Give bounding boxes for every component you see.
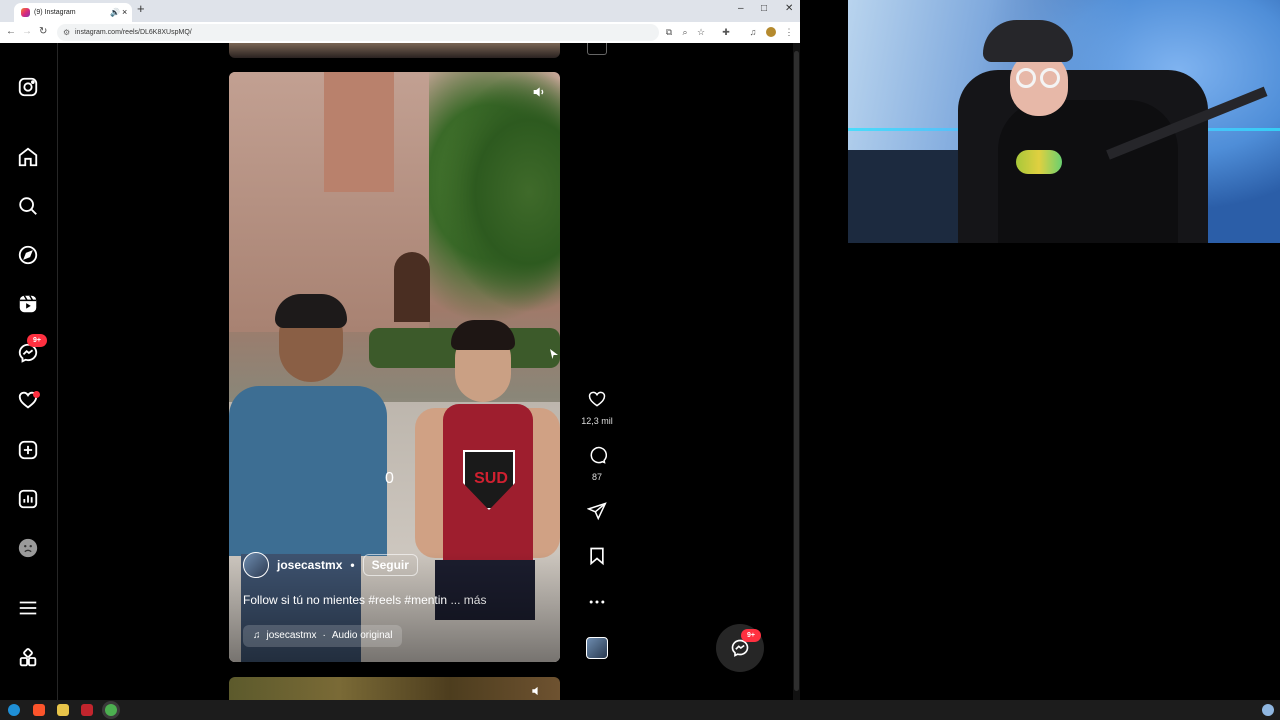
edge-icon[interactable] xyxy=(8,704,20,716)
url-field[interactable]: ⚙ instagram.com/reels/DL6K8XUspMQ/ xyxy=(57,24,659,41)
minimize-button[interactable]: – xyxy=(738,3,744,14)
page-scrollbar[interactable] xyxy=(793,43,800,700)
reel-video[interactable]: SUD josecastmx • Seguir Follow si tú no … xyxy=(229,72,560,662)
mute-toggle-icon[interactable] xyxy=(531,84,547,100)
close-tab-icon[interactable]: × xyxy=(122,3,127,22)
caption-text: Follow si tú no mientes #reels #mentin xyxy=(243,593,448,607)
next-reel[interactable] xyxy=(229,677,560,700)
media-icon[interactable]: ♫ xyxy=(748,27,758,37)
site-info-icon[interactable]: ⚙ xyxy=(63,24,70,41)
maximize-button[interactable]: □ xyxy=(761,3,767,14)
tab-instagram[interactable]: (9) Instagram 🔊 × xyxy=(14,3,132,22)
grid-icon[interactable] xyxy=(17,647,39,669)
url-text: instagram.com/reels/DL6K8XUspMQ/ xyxy=(75,29,192,36)
more-options-icon[interactable] xyxy=(587,592,607,612)
close-window-button[interactable]: ✕ xyxy=(785,3,793,14)
follow-button[interactable]: Seguir xyxy=(362,554,418,576)
zoom-icon[interactable]: ⌕ xyxy=(680,27,690,37)
speaker-icon[interactable]: 🔊 xyxy=(110,3,120,22)
play-marker: 0 xyxy=(385,470,394,487)
reels-icon[interactable] xyxy=(17,293,39,315)
menu-dots-icon[interactable]: ⋮ xyxy=(784,27,794,37)
messages-badge: 9+ xyxy=(27,334,47,347)
webcam-overlay xyxy=(848,0,1280,243)
instagram-icon[interactable] xyxy=(17,76,39,98)
glasses-left xyxy=(1016,68,1036,88)
back-icon[interactable]: ← xyxy=(6,26,16,37)
sidebar: 9+ xyxy=(0,43,58,700)
browser-window: (9) Instagram 🔊 × + – □ ✕ ← → ↻ ⚙ instag… xyxy=(0,0,800,700)
author-row: josecastmx • Seguir xyxy=(243,552,418,578)
share-icon[interactable] xyxy=(586,501,607,521)
brave-icon[interactable] xyxy=(33,704,45,716)
next-reel-mute-icon[interactable] xyxy=(530,684,544,698)
avatar-icon[interactable] xyxy=(17,537,39,559)
chart-icon[interactable] xyxy=(17,488,39,510)
messages-fab-badge: 9+ xyxy=(741,629,761,642)
streamer-cap xyxy=(983,20,1073,62)
plus-square-icon[interactable] xyxy=(17,439,39,461)
instagram-page: 9+ SUD josecastmx • Seguir Follow si tú … xyxy=(0,43,800,700)
microphone xyxy=(1016,150,1062,174)
search-icon[interactable] xyxy=(17,195,39,217)
messages-button[interactable]: 9+ xyxy=(716,624,764,672)
address-bar: ← → ↻ ⚙ instagram.com/reels/DL6K8XUspMQ/… xyxy=(0,22,800,43)
instagram-favicon-icon xyxy=(21,8,30,17)
new-tab-button[interactable]: + xyxy=(137,1,145,16)
previous-reel[interactable] xyxy=(229,43,560,58)
app-icon[interactable] xyxy=(81,704,93,716)
audio-label: Audio original xyxy=(331,630,393,641)
previous-reel-avatar[interactable] xyxy=(587,43,607,55)
comment-count: 87 xyxy=(591,472,602,482)
extensions-icon[interactable]: ✚ xyxy=(721,27,731,37)
glasses-right xyxy=(1040,68,1060,88)
install-icon[interactable]: ⧉ xyxy=(664,27,674,37)
compass-icon[interactable] xyxy=(17,244,39,266)
notification-dot xyxy=(33,391,40,398)
tab-bar: (9) Instagram 🔊 × + – □ ✕ xyxy=(0,0,800,22)
like-count: 12,3 mil xyxy=(581,416,613,426)
author-username[interactable]: josecastmx xyxy=(277,558,342,572)
audio-chip[interactable]: ♫ josecastmx · Audio original xyxy=(243,625,403,647)
weather-icon[interactable] xyxy=(1262,704,1274,716)
audio-thumbnail[interactable] xyxy=(586,637,608,659)
taskbar xyxy=(0,700,1280,720)
audio-author: josecastmx xyxy=(266,630,317,641)
like-icon[interactable] xyxy=(587,389,607,409)
caption-more-link[interactable]: ... más xyxy=(450,593,486,607)
menu-icon[interactable] xyxy=(17,597,39,619)
bookmark-star-icon[interactable]: ☆ xyxy=(696,27,706,37)
reel-caption: Follow si tú no mientes #reels #mentin .… xyxy=(243,593,548,607)
author-avatar[interactable] xyxy=(243,552,269,578)
cathedral-door xyxy=(394,252,430,322)
audio-separator: · xyxy=(322,630,326,641)
music-note-icon: ♫ xyxy=(253,630,261,641)
cathedral-tower xyxy=(324,72,394,192)
chrome-icon[interactable] xyxy=(105,704,117,716)
tab-title: (9) Instagram xyxy=(34,9,76,16)
heart-icon[interactable] xyxy=(17,389,40,411)
home-icon[interactable] xyxy=(17,146,39,168)
forward-icon[interactable]: → xyxy=(22,26,32,37)
folder-icon[interactable] xyxy=(57,704,69,716)
messenger-icon[interactable]: 9+ xyxy=(17,334,47,364)
comment-icon[interactable] xyxy=(587,445,607,465)
profile-avatar[interactable] xyxy=(766,27,776,37)
save-icon[interactable] xyxy=(587,546,607,566)
author-separator: • xyxy=(350,558,355,572)
reload-icon[interactable]: ↻ xyxy=(39,26,47,37)
